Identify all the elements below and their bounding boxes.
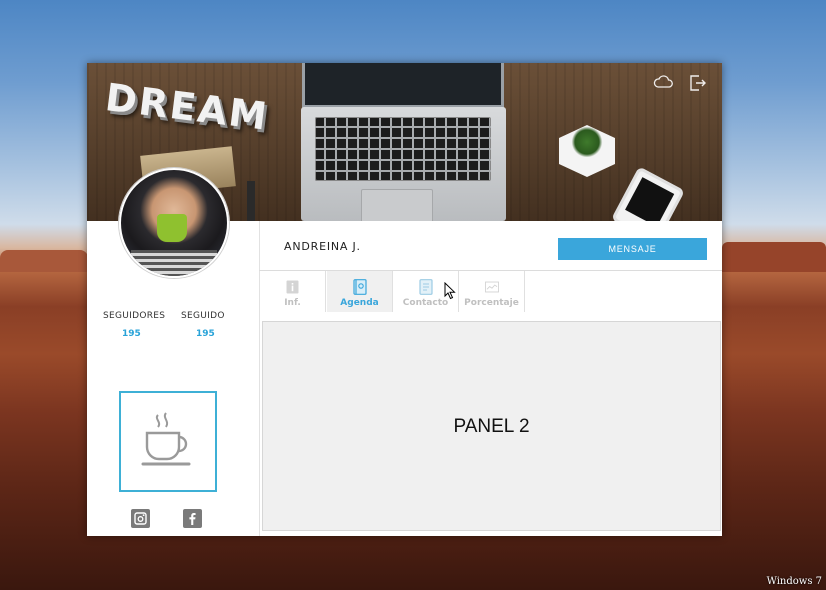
dream-letters: DREAM — [102, 75, 272, 139]
coffee-card[interactable] — [119, 391, 217, 492]
keyboard-image — [315, 117, 491, 181]
desktop-background: DREAM SEGUIDORES 195 SEGUIDO 195 ANDREIN… — [0, 0, 826, 590]
mesa-rock — [0, 250, 88, 272]
instagram-icon[interactable] — [131, 509, 150, 528]
agenda-icon — [352, 279, 367, 295]
tab-info-label: Inf. — [284, 298, 301, 308]
tab-contact-label: Contacto — [402, 298, 449, 308]
message-button[interactable]: MENSAJE — [558, 238, 707, 260]
panel-title: PANEL 2 — [453, 416, 530, 437]
facebook-icon[interactable] — [183, 509, 202, 528]
info-icon — [286, 279, 300, 295]
trackpad-image — [361, 189, 433, 221]
laptop-screen-image — [302, 63, 504, 108]
contact-icon — [418, 279, 433, 295]
pen-image — [247, 181, 255, 221]
profile-name: ANDREINA J. — [284, 240, 361, 253]
logout-icon[interactable] — [687, 73, 707, 98]
mesa-rock — [722, 242, 826, 272]
avatar[interactable] — [119, 168, 229, 278]
followers-label: SEGUIDORES — [103, 311, 166, 321]
avatar-shirt-image — [131, 250, 217, 276]
tab-percentage[interactable]: Porcentaje — [459, 271, 525, 312]
followers-count: 195 — [122, 329, 141, 339]
tab-agenda[interactable]: Agenda — [327, 271, 393, 312]
chart-icon — [484, 279, 499, 295]
cloud-icon[interactable] — [653, 73, 673, 93]
phone-image — [610, 166, 686, 221]
following-label: SEGUIDO — [181, 311, 225, 321]
coffee-cup-icon — [141, 411, 195, 473]
windows-brand: Windows 7 — [766, 576, 822, 587]
avatar-cup-image — [157, 214, 187, 242]
profile-window: DREAM SEGUIDORES 195 SEGUIDO 195 ANDREIN… — [87, 63, 722, 536]
laptop-image — [301, 107, 506, 221]
mouse-cursor-icon — [444, 281, 456, 304]
tab-agenda-label: Agenda — [340, 298, 379, 308]
tab-info[interactable]: Inf. — [260, 271, 326, 312]
following-count: 195 — [196, 329, 215, 339]
content-panel: PANEL 2 — [262, 321, 721, 531]
tab-percentage-label: Porcentaje — [464, 298, 519, 308]
plant-image — [571, 127, 603, 157]
